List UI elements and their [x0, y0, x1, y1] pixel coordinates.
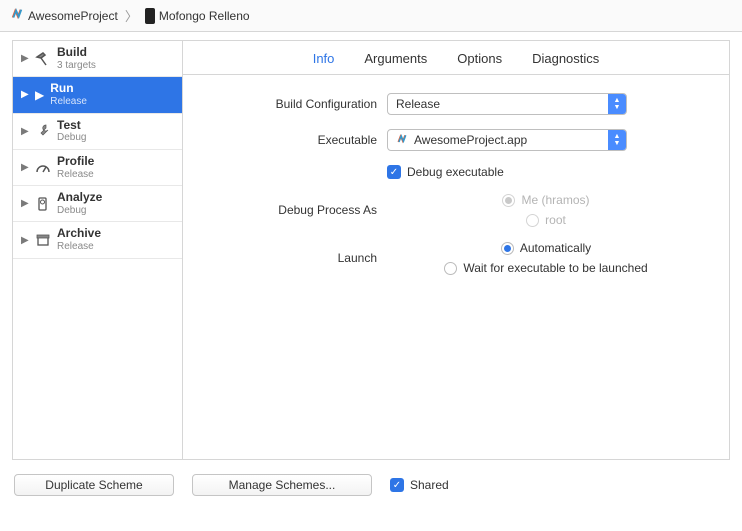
sidebar-item-sublabel: Release: [57, 169, 94, 181]
debug-executable-checkbox[interactable]: ✓: [387, 165, 401, 179]
sidebar-item-test[interactable]: ▶ Test Debug: [13, 114, 182, 150]
hammer-icon: [35, 51, 51, 67]
device-icon: [145, 8, 155, 24]
radio-wait[interactable]: [444, 262, 457, 275]
footer: Duplicate Scheme Manage Schemes... ✓ Sha…: [0, 460, 742, 510]
disclosure-triangle-icon[interactable]: ▶: [21, 53, 29, 64]
sidebar-item-build[interactable]: ▶ Build 3 targets: [13, 41, 182, 77]
tab-diagnostics[interactable]: Diagnostics: [532, 51, 599, 66]
sidebar-item-sublabel: Debug: [57, 205, 102, 217]
build-configuration-select[interactable]: Release ▲▼: [387, 93, 627, 115]
scheme-sidebar: ▶ Build 3 targets ▶ ▶ Run Release ▶ Tes: [13, 41, 183, 459]
disclosure-triangle-icon[interactable]: ▶: [21, 126, 29, 137]
disclosure-triangle-icon[interactable]: ▶: [21, 198, 29, 209]
tab-arguments[interactable]: Arguments: [364, 51, 427, 66]
breadcrumb: AwesomeProject 〉 Mofongo Relleno: [0, 0, 742, 32]
sidebar-item-analyze[interactable]: ▶ Analyze Debug: [13, 186, 182, 222]
select-value: AwesomeProject.app: [414, 133, 527, 147]
debug-executable-label: Debug executable: [407, 165, 504, 179]
radio-automatically-label: Automatically: [520, 241, 591, 255]
breadcrumb-target[interactable]: Mofongo Relleno: [159, 9, 250, 23]
radio-root: [526, 214, 539, 227]
executable-select[interactable]: AwesomeProject.app ▲▼: [387, 129, 627, 151]
label-build-configuration: Build Configuration: [207, 97, 377, 111]
shared-checkbox-group: ✓ Shared: [390, 478, 449, 492]
sidebar-item-label: Run: [50, 82, 87, 96]
disclosure-triangle-icon[interactable]: ▶: [21, 89, 29, 100]
xcode-project-icon: [10, 7, 24, 24]
app-icon: [396, 133, 408, 148]
duplicate-scheme-button[interactable]: Duplicate Scheme: [14, 474, 174, 496]
label-executable: Executable: [207, 133, 377, 147]
row-executable: Executable AwesomeProject.app ▲▼: [207, 129, 705, 151]
label-debug-process-as: Debug Process As: [207, 203, 377, 217]
breadcrumb-project[interactable]: AwesomeProject: [28, 9, 118, 23]
sidebar-item-profile[interactable]: ▶ Profile Release: [13, 150, 182, 186]
sidebar-item-sublabel: Debug: [57, 132, 86, 144]
analyze-icon: [35, 196, 51, 212]
sidebar-item-label: Archive: [57, 227, 101, 241]
play-icon: ▶: [35, 88, 44, 102]
sidebar-item-label: Test: [57, 119, 86, 133]
sidebar-item-label: Build: [57, 46, 96, 60]
sidebar-item-sublabel: Release: [57, 241, 101, 253]
manage-schemes-button[interactable]: Manage Schemes...: [192, 474, 372, 496]
disclosure-triangle-icon[interactable]: ▶: [21, 235, 29, 246]
shared-label: Shared: [410, 478, 449, 492]
label-launch: Launch: [207, 251, 377, 265]
sidebar-item-sublabel: 3 targets: [57, 60, 96, 72]
scheme-editor-panel: ▶ Build 3 targets ▶ ▶ Run Release ▶ Tes: [12, 40, 730, 460]
sidebar-item-label: Profile: [57, 155, 94, 169]
sidebar-item-run[interactable]: ▶ ▶ Run Release: [13, 77, 182, 113]
radio-automatically[interactable]: [501, 242, 514, 255]
sidebar-item-sublabel: Release: [50, 96, 87, 108]
sidebar-item-label: Analyze: [57, 191, 102, 205]
scheme-main: Info Arguments Options Diagnostics Build…: [183, 41, 729, 459]
radio-me-label: Me (hramos): [521, 193, 589, 207]
radio-root-label: root: [545, 213, 566, 227]
info-form: Build Configuration Release ▲▼ Executabl…: [183, 75, 729, 293]
archive-icon: [35, 232, 51, 248]
tabs: Info Arguments Options Diagnostics: [183, 41, 729, 75]
row-debug-executable: ✓ Debug executable: [207, 165, 705, 179]
row-build-configuration: Build Configuration Release ▲▼: [207, 93, 705, 115]
wrench-icon: [35, 123, 51, 139]
disclosure-triangle-icon[interactable]: ▶: [21, 162, 29, 173]
select-value: Release: [396, 97, 440, 111]
chevron-up-down-icon: ▲▼: [608, 94, 626, 114]
tab-options[interactable]: Options: [457, 51, 502, 66]
chevron-up-down-icon: ▲▼: [608, 130, 626, 150]
sidebar-item-archive[interactable]: ▶ Archive Release: [13, 222, 182, 258]
tab-info[interactable]: Info: [313, 51, 335, 66]
radio-me: [502, 194, 515, 207]
radio-wait-label: Wait for executable to be launched: [463, 261, 647, 275]
gauge-icon: [35, 160, 51, 176]
chevron-right-icon: 〉: [122, 6, 141, 25]
row-launch: Launch Automatically Wait for executable…: [207, 241, 705, 275]
row-debug-process-as: Debug Process As Me (hramos) root: [207, 193, 705, 227]
shared-checkbox[interactable]: ✓: [390, 478, 404, 492]
